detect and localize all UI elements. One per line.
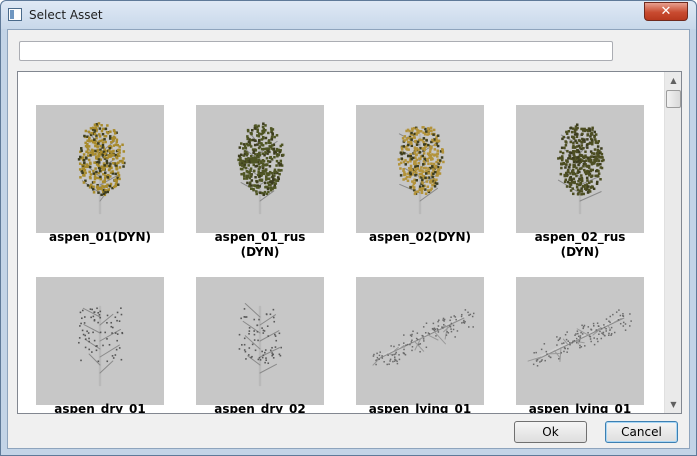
asset-caption: aspen_dry_02(DYN) xyxy=(182,402,338,414)
asset-name: aspen_01(DYN) xyxy=(49,230,151,244)
ok-button[interactable]: Ok xyxy=(514,421,587,443)
asset-name: aspen_dry_01 xyxy=(54,402,146,414)
asset-tile[interactable]: aspen_02(DYN) xyxy=(356,105,484,270)
scroll-up-icon[interactable]: ▲ xyxy=(665,72,681,89)
asset-thumbnail[interactable] xyxy=(356,105,484,233)
search-input[interactable] xyxy=(19,41,613,61)
asset-tile[interactable]: aspen_dry_02(DYN) xyxy=(196,277,324,413)
asset-tile[interactable]: aspen_lying_01(DYN) xyxy=(356,277,484,413)
select-asset-dialog: Select Asset ✕ aspen_01(DYN) aspen_01_rus… xyxy=(0,0,697,456)
asset-caption: aspen_01_rus (DYN) xyxy=(182,230,338,260)
asset-thumbnail[interactable] xyxy=(196,105,324,233)
asset-thumbnail[interactable] xyxy=(516,277,644,405)
asset-thumbnail[interactable] xyxy=(36,277,164,405)
asset-tile[interactable]: aspen_01(DYN) xyxy=(36,105,164,270)
asset-name: aspen_01_rus xyxy=(214,230,306,244)
asset-thumbnail[interactable] xyxy=(36,105,164,233)
tree-preview-icon xyxy=(372,309,475,366)
window-icon xyxy=(8,8,22,21)
tree-preview-icon xyxy=(77,122,126,215)
asset-thumbnail[interactable] xyxy=(196,277,324,405)
asset-name-suffix: (DYN) xyxy=(560,245,600,259)
asset-thumbnail[interactable] xyxy=(356,277,484,405)
asset-tile[interactable]: aspen_01_rus (DYN) xyxy=(196,105,324,270)
asset-caption: aspen_lying_01_trial0302(DYN) xyxy=(502,402,658,414)
close-button[interactable]: ✕ xyxy=(644,2,688,21)
asset-name: aspen_02(DYN) xyxy=(369,230,471,244)
asset-caption: aspen_lying_01(DYN) xyxy=(342,402,498,414)
tree-preview-icon xyxy=(78,305,124,387)
cancel-button[interactable]: Cancel xyxy=(605,421,678,443)
asset-name-suffix: (DYN) xyxy=(240,245,280,259)
tree-preview-icon xyxy=(397,126,445,215)
asset-name: aspen_lying_01 xyxy=(528,402,632,414)
asset-caption: aspen_01(DYN) xyxy=(22,230,178,245)
tree-preview-icon xyxy=(527,309,632,367)
asset-name: aspen_lying_01 xyxy=(368,402,472,414)
asset-caption: aspen_dry_01(DYN) xyxy=(22,402,178,414)
window-title: Select Asset xyxy=(29,8,103,22)
title-bar[interactable]: Select Asset ✕ xyxy=(1,1,696,29)
tree-preview-icon xyxy=(238,303,282,387)
tree-preview-icon xyxy=(557,123,605,215)
asset-tile[interactable]: aspen_lying_01_trial0302(DYN) xyxy=(516,277,644,413)
scroll-down-icon[interactable]: ▼ xyxy=(665,396,681,413)
asset-grid[interactable]: aspen_01(DYN) aspen_01_rus (DYN) aspen_02(D… xyxy=(17,71,682,414)
asset-name: aspen_02_rus xyxy=(534,230,626,244)
scrollbar-thumb[interactable] xyxy=(666,90,681,108)
asset-caption: aspen_02(DYN) xyxy=(342,230,498,245)
vertical-scrollbar[interactable]: ▲ ▼ xyxy=(664,72,681,413)
asset-thumbnail[interactable] xyxy=(516,105,644,233)
dialog-body: aspen_01(DYN) aspen_01_rus (DYN) aspen_02(D… xyxy=(7,29,690,449)
asset-tile[interactable]: aspen_02_rus (DYN) xyxy=(516,105,644,270)
asset-name: aspen_dry_02 xyxy=(214,402,306,414)
asset-caption: aspen_02_rus (DYN) xyxy=(502,230,658,260)
asset-tile[interactable]: aspen_dry_01(DYN) xyxy=(36,277,164,413)
tree-preview-icon xyxy=(237,122,285,215)
